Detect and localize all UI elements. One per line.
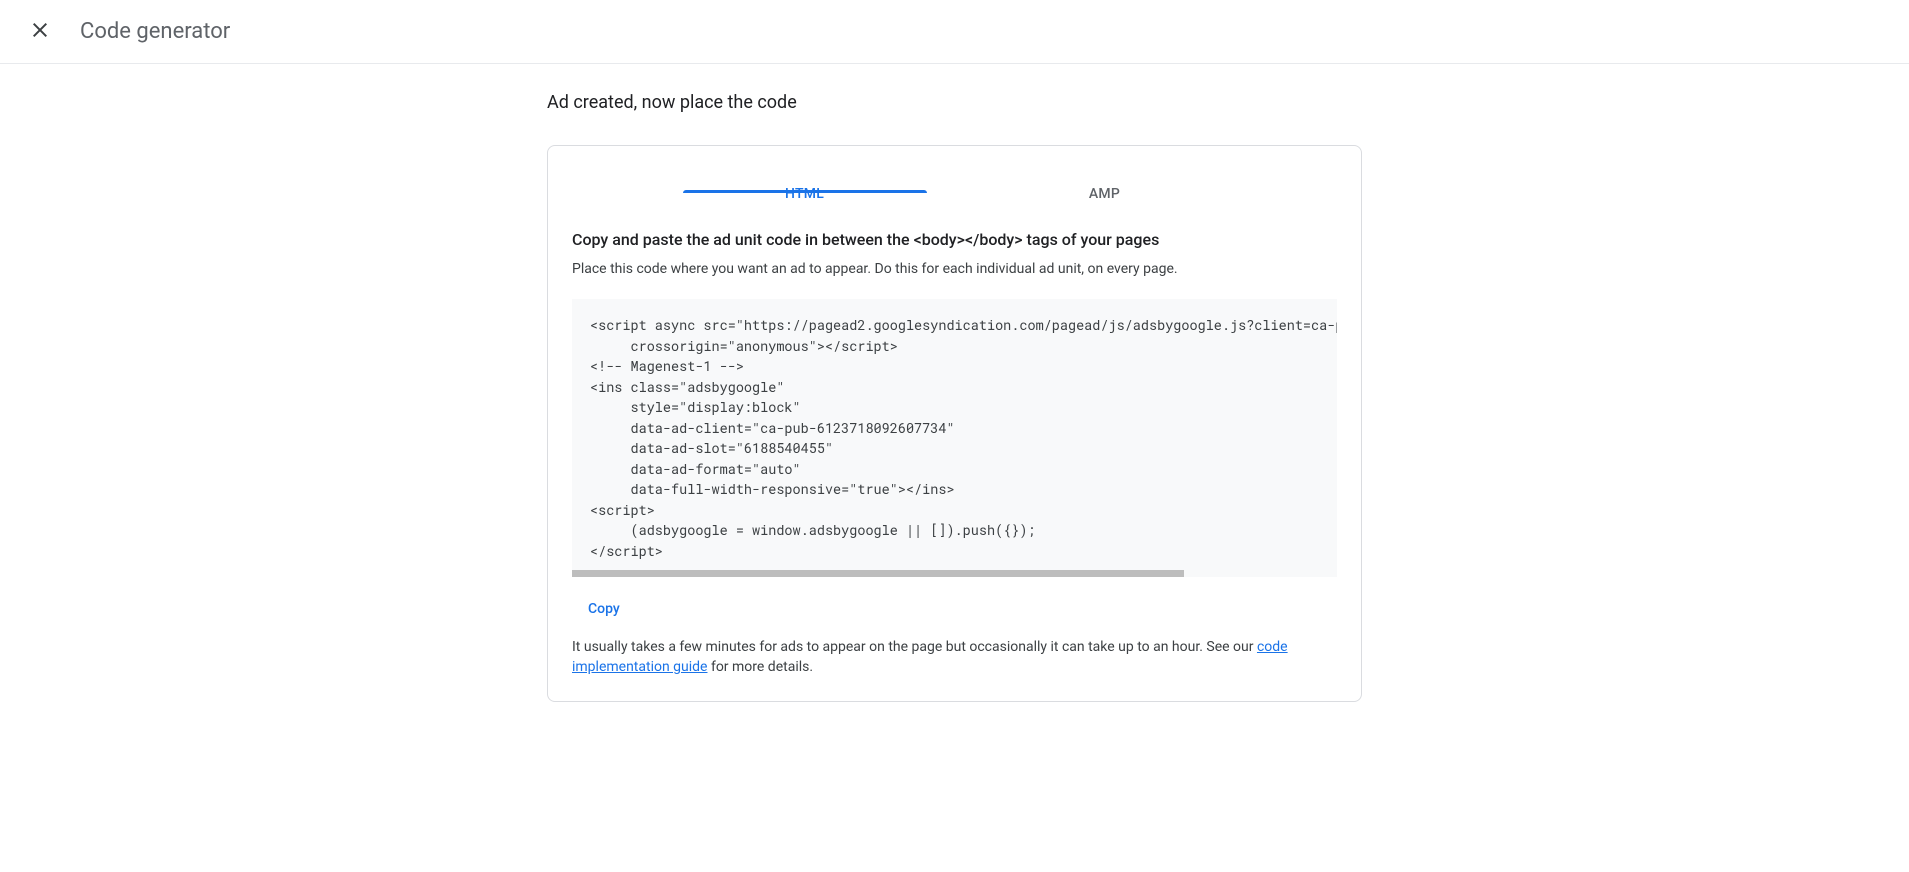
horizontal-scrollbar[interactable] [572,570,1184,577]
modal-header: Code generator [0,0,1909,64]
section-title: Copy and paste the ad unit code in betwe… [572,230,1337,249]
tab-spacer-right [1255,170,1362,193]
tab-bar: HTML AMP [548,146,1361,194]
section-desc: Place this code where you want an ad to … [572,261,1337,277]
code-card: HTML AMP Copy and paste the ad unit code… [547,145,1362,702]
tab-amp[interactable]: AMP [955,170,1255,193]
card-body: Copy and paste the ad unit code in betwe… [548,194,1361,701]
footnote-post: for more details. [707,659,813,675]
footnote-pre: It usually takes a few minutes for ads t… [572,639,1257,655]
code-box-wrapper: <script async src="https://pagead2.googl… [572,299,1337,577]
main-heading: Ad created, now place the code [547,92,1362,113]
main-content: Ad created, now place the code HTML AMP … [547,64,1362,702]
close-icon [28,18,52,46]
copy-button[interactable]: Copy [580,577,628,633]
tab-spacer-left [548,170,655,193]
footnote: It usually takes a few minutes for ads t… [572,633,1337,677]
page-title: Code generator [80,19,230,44]
tab-html[interactable]: HTML [655,170,955,193]
close-button[interactable] [20,12,60,52]
code-snippet[interactable]: <script async src="https://pagead2.googl… [572,299,1337,577]
